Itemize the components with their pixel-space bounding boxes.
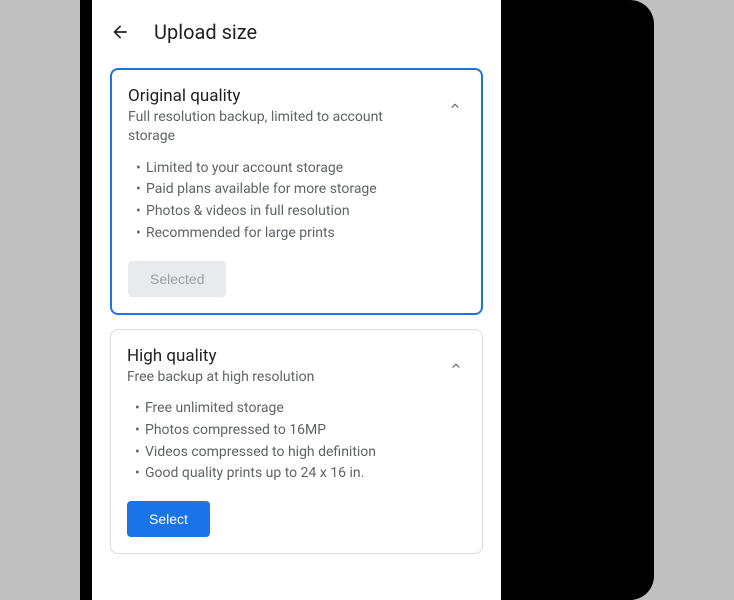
list-item: Limited to your account storage bbox=[136, 158, 465, 180]
card-title: High quality bbox=[127, 346, 422, 366]
card-high-quality[interactable]: High quality Free backup at high resolut… bbox=[110, 329, 483, 555]
app-screen: Upload size Original quality Full resolu… bbox=[92, 0, 501, 600]
card-header-text: Original quality Full resolution backup,… bbox=[128, 86, 445, 146]
card-title: Original quality bbox=[128, 86, 421, 106]
list-item: Photos compressed to 16MP bbox=[135, 420, 466, 442]
list-item: Paid plans available for more storage bbox=[136, 179, 465, 201]
feature-list: Free unlimited storage Photos compressed… bbox=[127, 398, 466, 485]
card-header: High quality Free backup at high resolut… bbox=[127, 346, 466, 387]
page-title: Upload size bbox=[154, 20, 257, 44]
select-button[interactable]: Select bbox=[127, 501, 210, 537]
content-area: Original quality Full resolution backup,… bbox=[92, 64, 501, 586]
chevron-up-icon[interactable] bbox=[446, 356, 466, 376]
card-subtitle: Free backup at high resolution bbox=[127, 368, 422, 387]
feature-list: Limited to your account storage Paid pla… bbox=[128, 158, 465, 245]
card-header: Original quality Full resolution backup,… bbox=[128, 86, 465, 146]
list-item: Videos compressed to high definition bbox=[135, 442, 466, 464]
list-item: Free unlimited storage bbox=[135, 398, 466, 420]
card-subtitle: Full resolution backup, limited to accou… bbox=[128, 108, 421, 146]
back-arrow-icon[interactable] bbox=[110, 22, 130, 42]
list-item: Photos & videos in full resolution bbox=[136, 201, 465, 223]
card-header-text: High quality Free backup at high resolut… bbox=[127, 346, 446, 387]
header: Upload size bbox=[92, 0, 501, 64]
list-item: Recommended for large prints bbox=[136, 223, 465, 245]
card-original-quality[interactable]: Original quality Full resolution backup,… bbox=[110, 68, 483, 315]
selected-button: Selected bbox=[128, 261, 226, 297]
list-item: Good quality prints up to 24 x 16 in. bbox=[135, 463, 466, 485]
device-frame: Upload size Original quality Full resolu… bbox=[80, 0, 654, 600]
chevron-up-icon[interactable] bbox=[445, 96, 465, 116]
